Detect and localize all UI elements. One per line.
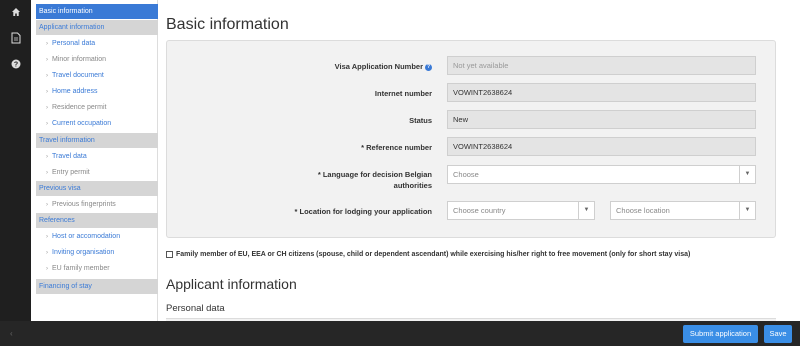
language-select-value: Choose	[453, 170, 479, 179]
sidebar-item-travel-data[interactable]: › Travel data	[36, 149, 167, 164]
sidebar-item-entry-permit[interactable]: › Entry permit	[36, 165, 167, 180]
sidebar-section-travel-information[interactable]: Travel information	[36, 133, 167, 148]
home-icon[interactable]	[0, 0, 31, 24]
language-select[interactable]: Choose ▼	[447, 165, 756, 184]
sidebar-item-home-address[interactable]: › Home address	[36, 84, 167, 99]
chevron-left-icon[interactable]: ‹	[10, 329, 13, 338]
basic-info-panel: Visa Application Number? Not yet availab…	[166, 40, 776, 238]
country-select-value: Choose country	[453, 206, 506, 215]
reference-number-field: VOWINT2638624	[447, 137, 756, 156]
sidebar-item-label: Inviting organisation	[52, 249, 115, 256]
sidebar-item-minor-information[interactable]: › Minor information	[36, 52, 167, 67]
sidebar-item-label: Home address	[52, 88, 98, 95]
question-icon[interactable]: ?	[0, 52, 31, 76]
applicant-section-title: Applicant information	[166, 276, 297, 292]
sidebar-section-financing-of-stay[interactable]: Financing of stay	[36, 279, 167, 294]
language-label: * Language for decision Belgian authorit…	[267, 169, 432, 191]
sidebar-item-travel-document[interactable]: › Travel document	[36, 68, 167, 83]
sidebar-item-label: Basic information	[39, 8, 93, 15]
family-member-row[interactable]: Family member of EU, EEA or CH citizens …	[166, 251, 690, 258]
visa-number-label-text: Visa Application Number	[334, 62, 423, 71]
visa-number-label: Visa Application Number?	[287, 61, 432, 72]
chevron-down-icon: ▼	[578, 202, 594, 219]
sidebar-item-previous-fingerprints[interactable]: › Previous fingerprints	[36, 197, 167, 212]
page-title: Basic information	[166, 16, 289, 33]
sidebar-item-label: References	[39, 217, 75, 224]
sidebar-item-basic-information[interactable]: Basic information	[36, 4, 167, 19]
sidebar-section-references[interactable]: References	[36, 213, 167, 228]
sidebar-section-applicant-information[interactable]: Applicant information	[36, 20, 167, 35]
sidebar-item-label: Previous visa	[39, 185, 81, 192]
chevron-down-icon: ▼	[739, 166, 755, 183]
sidebar-item-host-or-accomodation[interactable]: › Host or accomodation	[36, 229, 167, 244]
submit-application-button[interactable]: Submit application	[683, 325, 758, 343]
sidebar-item-residence-permit[interactable]: › Residence permit	[36, 100, 167, 115]
internet-number-label: Internet number	[374, 89, 432, 98]
sidebar-item-label: Travel information	[39, 137, 95, 144]
sidebar-item-label: EU family member	[52, 265, 110, 272]
help-icon[interactable]: ?	[425, 63, 432, 71]
main-content: Basic information Visa Application Numbe…	[158, 0, 800, 321]
sidebar-section-previous-visa[interactable]: Previous visa	[36, 181, 167, 196]
status-field: New	[447, 110, 756, 129]
sidebar-item-label: Current occupation	[52, 120, 112, 127]
document-icon[interactable]	[0, 26, 31, 50]
sidebar-item-label: Travel document	[52, 72, 104, 79]
sidebar-nav: Basic information Applicant information › P…	[31, 0, 167, 321]
sidebar-item-current-occupation[interactable]: › Current occupation	[36, 116, 167, 131]
country-select[interactable]: Choose country ▼	[447, 201, 595, 220]
sidebar-item-inviting-organisation[interactable]: › Inviting organisation	[36, 245, 167, 260]
sidebar-item-label: Personal data	[52, 40, 96, 47]
sidebar-item-label: Minor information	[52, 56, 107, 63]
sidebar-item-personal-data[interactable]: › Personal data	[36, 36, 167, 51]
sidebar-item-label: Residence permit	[52, 104, 107, 111]
sidebar-item-label: Financing of stay	[39, 283, 92, 290]
sidebar-item-label: Host or accomodation	[52, 233, 121, 240]
location-select[interactable]: Choose location ▼	[610, 201, 756, 220]
language-label-line1: * Language for decision Belgian	[317, 170, 432, 179]
footer-bar: ‹ Submit application Save	[0, 321, 800, 346]
sidebar-item-eu-family-member[interactable]: › EU family member	[36, 261, 167, 276]
reference-number-label: * Reference number	[361, 143, 432, 152]
location-select-value: Choose location	[616, 206, 670, 215]
language-label-line2: authorities	[393, 181, 432, 190]
location-label: * Location for lodging your application	[294, 207, 433, 216]
status-label: Status	[409, 116, 432, 125]
icon-rail: ?	[0, 0, 31, 321]
personal-data-title: Personal data	[166, 303, 225, 314]
family-member-label: Family member of EU, EEA or CH citizens …	[176, 251, 691, 258]
sidebar-item-label: Entry permit	[52, 169, 90, 176]
sidebar-item-label: Previous fingerprints	[52, 201, 116, 208]
visa-number-field: Not yet available	[447, 56, 756, 75]
sidebar-item-label: Travel data	[52, 153, 87, 160]
family-member-checkbox[interactable]	[166, 251, 173, 258]
svg-text:?: ?	[13, 62, 17, 69]
internet-number-field: VOWINT2638624	[447, 83, 756, 102]
sidebar-item-label: Applicant information	[39, 24, 105, 31]
chevron-down-icon: ▼	[739, 202, 755, 219]
save-button[interactable]: Save	[764, 325, 792, 343]
